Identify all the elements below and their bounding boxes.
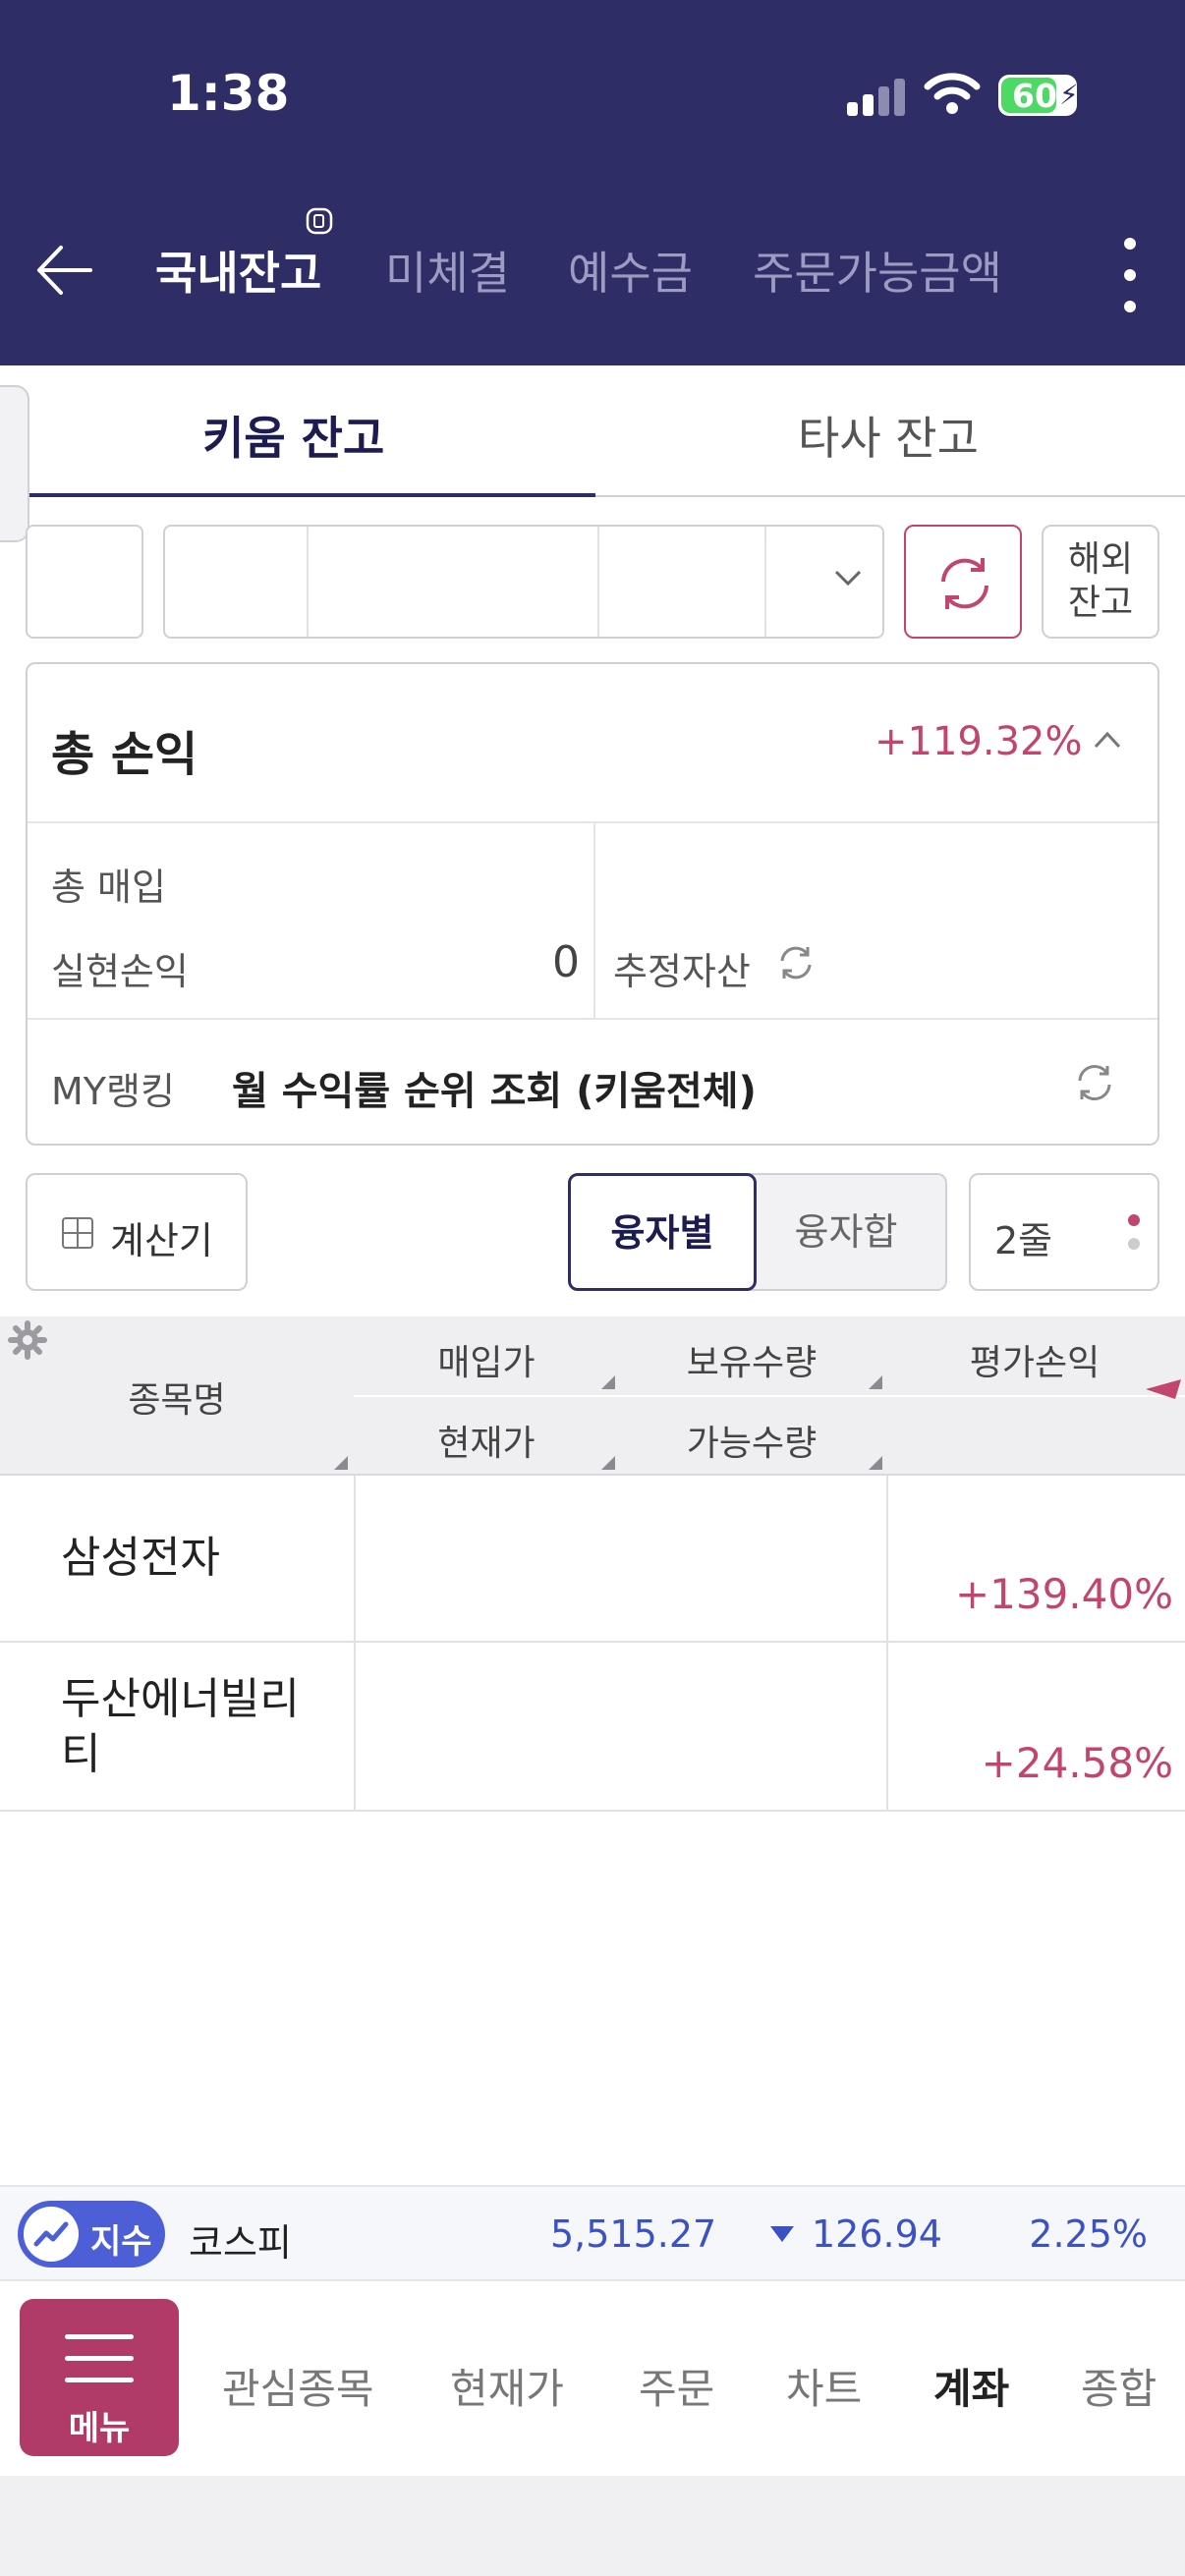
realized-profit-value: 0 [552,937,580,987]
cellular-signal-icon [847,77,906,116]
wifi-icon [924,73,981,114]
table-settings-gear-icon[interactable] [8,1320,47,1360]
overseas-balance-button[interactable]: 해외 잔고 [1042,525,1159,639]
nav-overview[interactable]: 종합 [1081,2356,1157,2416]
segment-by-loan[interactable]: 융자별 [568,1173,757,1291]
total-buy-label: 총 매입 [51,866,166,909]
nav-order[interactable]: 주문 [639,2356,714,2416]
stock-name: 두산에너빌리티 [61,1674,300,1779]
subtab-kiwoom-balance[interactable]: 키움 잔고 [202,403,384,468]
chevron-down-icon[interactable] [833,568,863,588]
calculator-label: 계산기 [110,1219,213,1262]
back-arrow-icon[interactable] [29,236,98,305]
table-row[interactable]: 두산에너빌리티 +24.58% [0,1643,1185,1812]
index-badge[interactable]: 지수 [18,2201,165,2268]
overseas-label-line2: 잔고 [1067,583,1134,623]
tab-unfilled[interactable]: 미체결 [385,238,510,303]
subtab-other-broker-balance[interactable]: 타사 잔고 [798,403,979,468]
account-number-select[interactable] [163,525,884,639]
down-triangle-icon [770,2226,794,2242]
tab-domestic-balance[interactable]: 국내잔고 [155,238,321,303]
table-row[interactable]: 삼성전자 +139.40% [0,1476,1185,1643]
stock-return-pct: +139.40% [954,1570,1173,1618]
calculator-button[interactable]: 계산기 [26,1173,248,1291]
my-ranking-label: MY랭킹 [51,1070,175,1113]
tab-orderable-amount[interactable]: 주문가능금액 [753,238,1002,303]
total-return-rate: +119.32% [875,719,1083,764]
row-count-label: 2줄 [994,1219,1053,1262]
bottom-navigation: 메뉴 관심종목 현재가 주문 차트 계좌 종합 [0,2281,1185,2476]
chevron-up-icon[interactable] [1093,729,1122,751]
index-value: 5,515.27 [550,2212,717,2256]
profit-summary-card: 총 손익 +119.32% 총 매입 실현손익 0 추정자산 MY랭킹 월 수익… [26,662,1159,1146]
overseas-label-line1: 해외 [1067,539,1134,580]
total-profit-label: 총 손익 [51,727,198,782]
balance-subtabs: 키움 잔고 타사 잔고 [0,365,1185,497]
estimated-assets-refresh-icon[interactable] [776,943,816,982]
home-indicator-area [0,2476,1185,2576]
index-badge-label: 지수 [90,2222,152,2262]
index-ticker[interactable]: 지수 코스피 5,515.27 126.94 2.25% [0,2185,1185,2281]
nav-current-price[interactable]: 현재가 [450,2356,564,2416]
estimated-assets-label: 추정자산 [613,950,751,993]
col-available-qty[interactable]: 가능수량 [619,1415,884,1466]
side-drawer-handle[interactable] [0,385,29,542]
ranking-refresh-icon[interactable] [1073,1061,1116,1104]
calculator-icon [62,1217,93,1249]
nav-account[interactable]: 계좌 [933,2356,1009,2416]
more-options-icon[interactable] [1120,238,1140,312]
segment-loan-sum[interactable]: 융자합 [747,1173,947,1291]
account-type-selector[interactable] [26,525,143,639]
monthly-ranking-link[interactable]: 월 수익률 순위 조회 (키움전체) [232,1059,757,1116]
sort-indicator-icon [1146,1379,1181,1399]
col-stock-name[interactable]: 종목명 [0,1372,354,1423]
row-count-toggle[interactable]: 2줄 [969,1173,1159,1291]
stock-return-pct: +24.58% [981,1739,1173,1787]
index-name: 코스피 [189,2221,292,2265]
refresh-button[interactable] [904,525,1022,639]
col-quantity[interactable]: 보유수량 [619,1334,884,1385]
hamburger-icon [65,2334,134,2385]
index-change: 126.94 [812,2212,942,2256]
app-header: 1:38 60 ⚡ 국내잔고 미체결 예수금 주문가능금액 [0,0,1185,365]
stock-name: 삼성전자 [61,1533,220,1583]
status-time: 1:38 [167,65,290,122]
nav-watchlist[interactable]: 관심종목 [222,2356,374,2416]
battery-icon: 60 ⚡ [998,75,1079,116]
menu-label: 메뉴 [68,2409,131,2448]
realized-profit-label: 실현손익 [51,950,189,993]
nav-chart[interactable]: 차트 [786,2356,862,2416]
col-eval-pnl[interactable]: 평가손익 [884,1334,1185,1385]
copy-icon[interactable] [305,206,334,236]
index-change-pct: 2.25% [1029,2212,1148,2256]
menu-button[interactable]: 메뉴 [20,2299,179,2456]
refresh-icon [941,558,988,609]
holdings-table-header: 종목명 매입가 보유수량 평가손익 현재가 가능수량 [0,1316,1185,1476]
col-current-price[interactable]: 현재가 [354,1415,619,1466]
tab-deposit[interactable]: 예수금 [568,238,693,303]
active-tab-indicator [29,493,595,497]
col-buy-price[interactable]: 매입가 [354,1334,619,1385]
trend-up-icon [33,2221,69,2247]
